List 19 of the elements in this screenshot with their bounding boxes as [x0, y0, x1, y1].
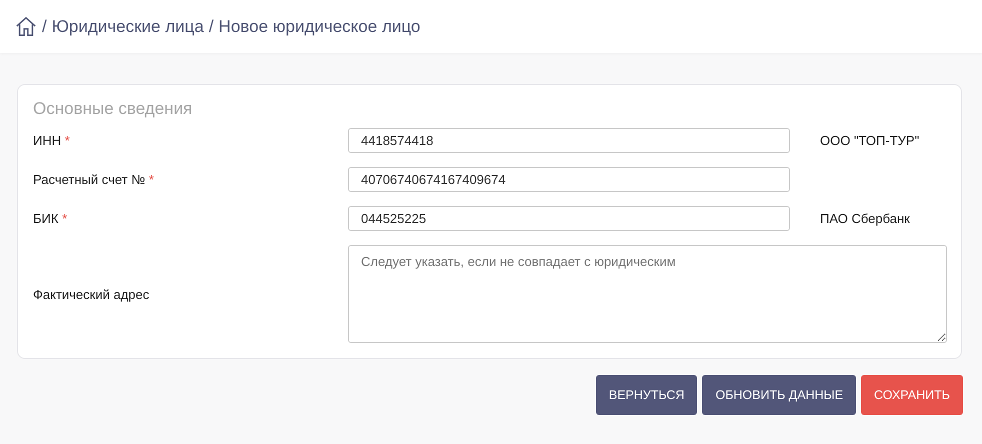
field-note: ПАО Сбербанк: [819, 211, 911, 226]
field-label: БИК *: [33, 211, 68, 226]
input-field[interactable]: 044525225: [348, 206, 790, 231]
input-field[interactable]: 4418574418: [348, 128, 790, 153]
action-button[interactable]: ВЕРНУТЬСЯ: [596, 375, 698, 415]
input-field[interactable]: 40706740674167409674: [348, 167, 790, 192]
action-button[interactable]: СОХРАНИТЬ: [861, 375, 963, 415]
breadcrumb-separator: /: [42, 16, 47, 36]
field-label: ИНН *: [33, 133, 71, 148]
field-note: ООО "ТОП-ТУР": [819, 133, 920, 148]
home-icon[interactable]: [15, 16, 37, 38]
textarea-field[interactable]: Следует указать, если не совпадает с юридическим: [348, 245, 947, 343]
field-label: Расчетный счет № *: [33, 172, 155, 187]
breadcrumb-item: Новое юридическое лицо: [218, 16, 420, 36]
breadcrumb-item[interactable]: Юридические лица: [52, 16, 204, 36]
section-title: Основные сведения: [33, 99, 194, 119]
breadcrumb-separator: /: [208, 16, 214, 36]
action-button[interactable]: ОБНОВИТЬ ДАННЫЕ: [702, 375, 856, 415]
field-label: Фактический адрес: [33, 286, 150, 302]
